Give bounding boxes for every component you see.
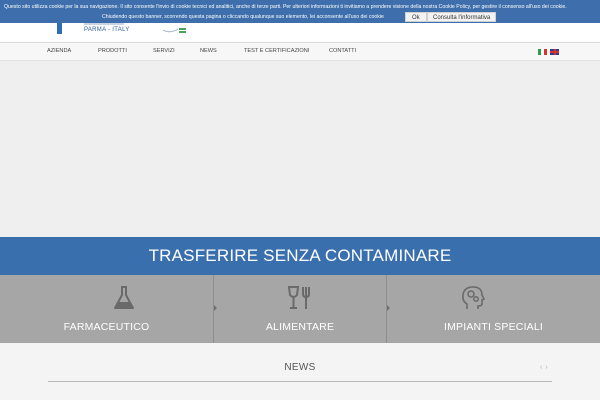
nav-item-prodotti[interactable]: PRODOTTI (98, 48, 127, 54)
flag-en-icon[interactable] (550, 49, 559, 55)
category-row: FARMACEUTICO ALIMENTARE IMPIANTI SPECIAL… (0, 275, 600, 343)
head-gears-icon (462, 286, 486, 309)
tagline: TRASFERIRE SENZA CONTAMINARE (148, 246, 452, 265)
nav-item-test-certificazioni[interactable]: TEST E CERTIFICAZIONI (244, 48, 309, 54)
main-nav: AZIENDA PRODOTTI SERVIZI NEWS TEST E CER… (0, 42, 600, 61)
cookie-text-line1: Questo sito utilizza cookie per la sua n… (4, 4, 567, 10)
cookie-text-line2: Chiudendo questo banner, scorrendo quest… (102, 14, 384, 20)
news-carousel-controls: ‹› (540, 364, 551, 371)
category-alimentare[interactable]: ALIMENTARE (214, 275, 386, 343)
flask-icon (114, 286, 134, 309)
nav-item-contatti[interactable]: CONTATTI (329, 48, 356, 54)
category-label: ALIMENTARE (265, 321, 335, 333)
category-label: IMPIANTI SPECIALI (443, 321, 544, 333)
logo-location: PARMA - ITALY (84, 27, 130, 33)
nav-item-servizi[interactable]: SERVIZI (153, 48, 175, 54)
chevron-right-icon[interactable]: › (545, 364, 550, 371)
cookie-info-button[interactable]: Consulta l'informativa (427, 12, 497, 22)
category-label: FARMACEUTICO (63, 321, 150, 333)
cookie-banner: Questo sito utilizza cookie per la sua n… (0, 0, 600, 23)
flag-it-icon[interactable] (538, 49, 547, 55)
hero-slider (0, 61, 600, 237)
nav-item-azienda[interactable]: AZIENDA (47, 48, 71, 54)
page: PARMA - ITALY Questo sito utilizza cooki… (0, 0, 600, 400)
news-title: NEWS (284, 362, 316, 373)
news-divider (48, 381, 552, 382)
nav-item-news[interactable]: NEWS (200, 48, 217, 54)
category-farmaceutico[interactable]: FARMACEUTICO (0, 275, 213, 343)
tagline-band: TRASFERIRE SENZA CONTAMINARE (0, 237, 600, 275)
cookie-ok-button[interactable]: Ok (405, 12, 427, 22)
news-section: NEWS ‹› (0, 343, 600, 400)
glass-fork-icon (287, 286, 310, 309)
category-impianti-speciali[interactable]: IMPIANTI SPECIALI (387, 275, 600, 343)
